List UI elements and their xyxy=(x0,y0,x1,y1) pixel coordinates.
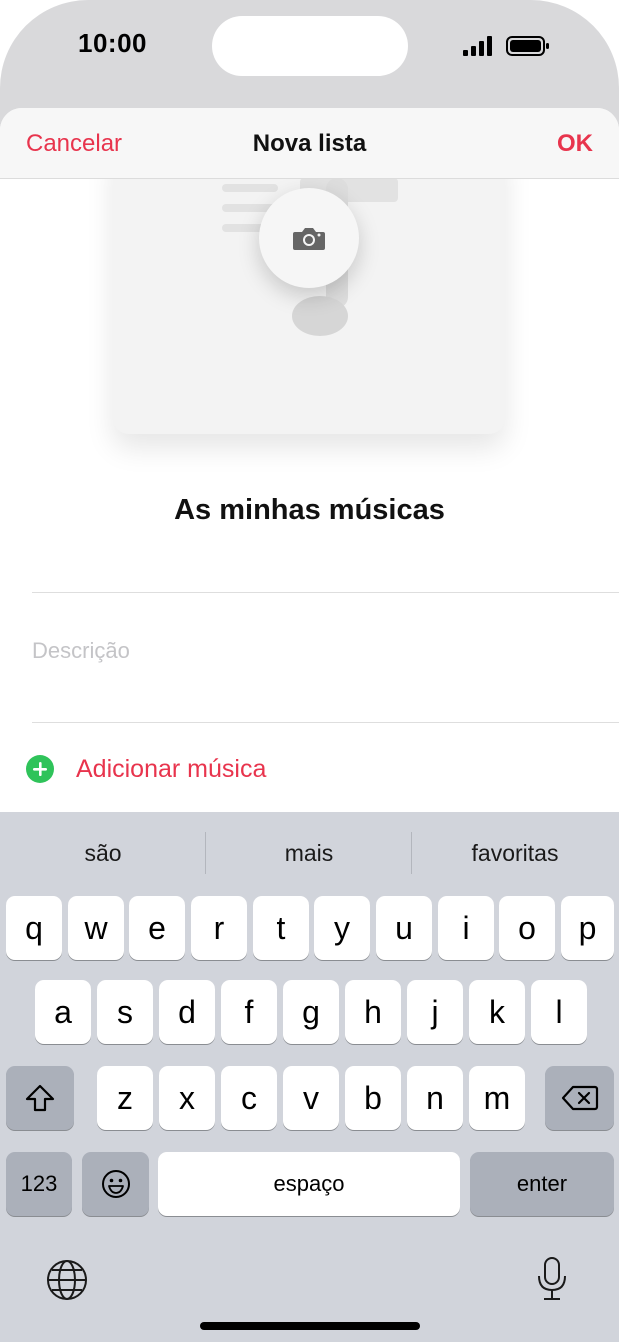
add-music-button[interactable]: Adicionar música xyxy=(26,754,266,784)
key-r[interactable]: r xyxy=(191,896,247,960)
delete-key[interactable] xyxy=(545,1066,614,1130)
key-w[interactable]: w xyxy=(68,896,124,960)
enter-key[interactable]: enter xyxy=(470,1152,614,1216)
nav-bar: Cancelar Nova lista OK xyxy=(0,108,619,179)
add-icon xyxy=(26,755,54,783)
home-indicator[interactable] xyxy=(200,1322,420,1330)
key-i[interactable]: i xyxy=(438,896,494,960)
key-x[interactable]: x xyxy=(159,1066,215,1130)
space-key[interactable]: espaço xyxy=(158,1152,460,1216)
key-v[interactable]: v xyxy=(283,1066,339,1130)
keyboard: são mais favoritas q w e r t y u i o p a… xyxy=(0,812,619,1342)
add-music-label: Adicionar música xyxy=(76,754,267,783)
phone-screen: 10:00 Cancelar Nova lista OK As minhas m… xyxy=(0,0,619,1342)
camera-icon xyxy=(293,228,325,250)
suggestion-bar: são mais favoritas xyxy=(0,812,619,894)
backspace-icon xyxy=(561,1085,598,1111)
status-time: 10:00 xyxy=(78,28,147,58)
ok-button[interactable]: OK xyxy=(557,130,593,158)
battery-icon xyxy=(506,36,549,56)
description-field[interactable]: Descrição xyxy=(32,638,130,664)
key-z[interactable]: z xyxy=(97,1066,153,1130)
suggestion-item[interactable]: são xyxy=(0,840,206,867)
key-h[interactable]: h xyxy=(345,980,401,1044)
key-y[interactable]: y xyxy=(314,896,370,960)
key-q[interactable]: q xyxy=(6,896,62,960)
key-c[interactable]: c xyxy=(221,1066,277,1130)
playlist-name-field[interactable]: As minhas músicas xyxy=(0,494,619,527)
suggestion-item[interactable]: favoritas xyxy=(412,840,618,867)
numbers-key[interactable]: 123 xyxy=(6,1152,72,1216)
signal-icon xyxy=(463,36,492,56)
cancel-button[interactable]: Cancelar xyxy=(26,130,122,158)
key-j[interactable]: j xyxy=(407,980,463,1044)
key-t[interactable]: t xyxy=(253,896,309,960)
divider xyxy=(32,592,619,593)
key-n[interactable]: n xyxy=(407,1066,463,1130)
shift-icon xyxy=(25,1084,55,1112)
key-p[interactable]: p xyxy=(561,896,614,960)
divider xyxy=(32,722,619,723)
shift-key[interactable] xyxy=(6,1066,74,1130)
key-k[interactable]: k xyxy=(469,980,525,1044)
microphone-icon[interactable] xyxy=(536,1256,568,1302)
key-g[interactable]: g xyxy=(283,980,339,1044)
dynamic-island xyxy=(212,16,408,76)
key-u[interactable]: u xyxy=(376,896,432,960)
emoji-icon xyxy=(101,1170,130,1198)
key-l[interactable]: l xyxy=(531,980,587,1044)
key-f[interactable]: f xyxy=(221,980,277,1044)
key-m[interactable]: m xyxy=(469,1066,525,1130)
suggestion-item[interactable]: mais xyxy=(206,840,412,867)
key-o[interactable]: o xyxy=(499,896,555,960)
status-bar: 10:00 xyxy=(0,0,619,110)
key-d[interactable]: d xyxy=(159,980,215,1044)
key-s[interactable]: s xyxy=(97,980,153,1044)
emoji-key[interactable] xyxy=(82,1152,149,1216)
key-b[interactable]: b xyxy=(345,1066,401,1130)
change-artwork-button[interactable] xyxy=(259,188,359,288)
key-e[interactable]: e xyxy=(129,896,185,960)
key-a[interactable]: a xyxy=(35,980,91,1044)
globe-icon[interactable] xyxy=(45,1258,89,1302)
